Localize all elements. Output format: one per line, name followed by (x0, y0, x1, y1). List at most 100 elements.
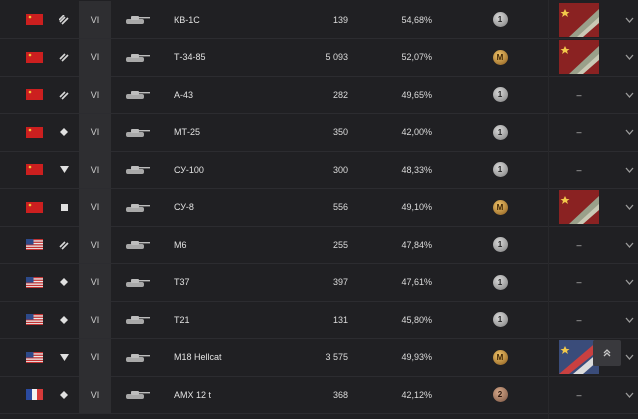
nation-flag-icon (20, 151, 48, 188)
nation-flag-icon (20, 76, 48, 113)
nation-flag-icon (20, 264, 48, 301)
table-row[interactable]: VI M18 Hellcat 3 575 49,93% M (0, 338, 638, 377)
tank-icon (114, 76, 160, 113)
tank-icon (114, 1, 160, 38)
tier-label: VI (79, 301, 111, 338)
marks-of-excellence: – (576, 164, 582, 175)
table-row[interactable]: VI Т-34-85 5 093 52,07% M (0, 38, 638, 77)
tank-icon (114, 189, 160, 226)
vehicle-class-icon (52, 376, 76, 413)
battles-count: 255 (332, 239, 348, 250)
table-row[interactable]: VI T37 397 47,61% 1– (0, 263, 638, 302)
vehicle-class-icon (52, 1, 76, 38)
tank-icon (114, 226, 160, 263)
battles-count: 397 (332, 277, 348, 287)
chevron-down-icon[interactable] (622, 114, 636, 151)
vehicle-class-icon (52, 339, 76, 376)
chevron-down-icon[interactable] (622, 339, 636, 376)
chevron-down-icon[interactable] (622, 264, 636, 301)
chevron-down-icon[interactable] (622, 189, 636, 226)
nation-flag-icon (20, 114, 48, 151)
table-row[interactable]: VI А-43 282 49,65% 1– (0, 76, 638, 114)
mastery-badge-icon: 1 (490, 226, 510, 263)
marks-of-excellence (558, 189, 600, 226)
battles-count: 3 575 (325, 352, 348, 362)
chevron-down-icon[interactable] (622, 76, 636, 113)
nation-flag-icon (20, 189, 48, 226)
battles-count: 368 (332, 389, 348, 400)
vehicle-class-icon (52, 39, 76, 76)
tank-icon (114, 151, 160, 188)
win-rate: 52,07% (401, 52, 432, 62)
tier-label: VI (79, 226, 111, 263)
tank-icon (114, 39, 160, 76)
vehicle-class-icon (52, 226, 76, 263)
tier-label: VI (79, 76, 111, 113)
vehicle-class-icon (52, 189, 76, 226)
marks-of-excellence: – (576, 239, 582, 250)
table-row[interactable]: VI СУ-8 556 49,10% M (0, 188, 638, 227)
chevron-down-icon[interactable] (622, 376, 636, 413)
mastery-badge-icon: M (490, 39, 510, 76)
tier-label: VI (79, 338, 111, 376)
nation-flag-icon (20, 301, 48, 338)
battles-count: 556 (332, 202, 348, 212)
chevron-down-icon[interactable] (622, 151, 636, 188)
mastery-badge-icon: M (490, 339, 510, 376)
win-rate: 54,68% (401, 14, 432, 25)
nation-flag-icon (20, 339, 48, 376)
vehicle-class-icon (52, 76, 76, 113)
tier-label: VI (79, 263, 111, 301)
vehicle-class-icon (52, 264, 76, 301)
tank-icon (114, 376, 160, 413)
mastery-badge-icon: 1 (490, 301, 510, 338)
table-row[interactable]: VI T21 131 45,80% 1– (0, 301, 638, 339)
nation-flag-icon (20, 39, 48, 76)
tier-label: VI (79, 1, 111, 38)
table-row[interactable]: VI КВ-1С 139 54,68% 1 (0, 1, 638, 39)
vehicle-table: VI КВ-1С 139 54,68% 1 VI Т-34-85 5 093 52,07% M VI… (0, 0, 638, 419)
win-rate: 45,80% (401, 314, 432, 325)
nation-flag-icon (20, 1, 48, 38)
chevron-down-icon[interactable] (622, 226, 636, 263)
marks-of-excellence: – (576, 89, 582, 100)
marks-of-excellence: – (576, 277, 582, 287)
tank-icon (114, 339, 160, 376)
tier-label: VI (79, 38, 111, 76)
tank-icon (114, 301, 160, 338)
chevron-down-icon[interactable] (622, 39, 636, 76)
mastery-badge-icon: 1 (490, 114, 510, 151)
win-rate: 48,33% (401, 164, 432, 175)
battles-count: 139 (332, 14, 348, 25)
table-row[interactable]: VI СУ-100 300 48,33% 1– (0, 151, 638, 189)
marks-of-excellence: – (576, 389, 582, 400)
mastery-badge-icon: 1 (490, 151, 510, 188)
marks-of-excellence (558, 39, 600, 76)
column-divider (548, 0, 549, 419)
marks-of-excellence: – (576, 314, 582, 325)
win-rate: 49,93% (401, 352, 432, 362)
vehicle-class-icon (52, 301, 76, 338)
tier-label: VI (79, 188, 111, 226)
battles-count: 131 (332, 314, 348, 325)
chevron-down-icon[interactable] (622, 1, 636, 38)
vehicle-class-icon (52, 151, 76, 188)
table-row[interactable]: VI M6 255 47,84% 1– (0, 226, 638, 264)
table-row[interactable]: VI AMX 12 t 368 42,12% 2– (0, 376, 638, 414)
win-rate: 49,65% (401, 89, 432, 100)
win-rate: 42,12% (401, 389, 432, 400)
battles-count: 350 (332, 127, 348, 137)
table-row[interactable]: VI МТ-25 350 42,00% 1– (0, 113, 638, 152)
scroll-to-top-button[interactable] (593, 340, 621, 366)
mastery-badge-icon: 1 (490, 1, 510, 38)
marks-of-excellence: – (576, 127, 582, 137)
chevron-down-icon[interactable] (622, 301, 636, 338)
tank-icon (114, 114, 160, 151)
mastery-badge-icon: 2 (490, 376, 510, 413)
win-rate: 49,10% (401, 202, 432, 212)
vehicle-class-icon (52, 114, 76, 151)
win-rate: 47,84% (401, 239, 432, 250)
battles-count: 282 (332, 89, 348, 100)
marks-of-excellence (558, 1, 600, 38)
nation-flag-icon (20, 376, 48, 413)
